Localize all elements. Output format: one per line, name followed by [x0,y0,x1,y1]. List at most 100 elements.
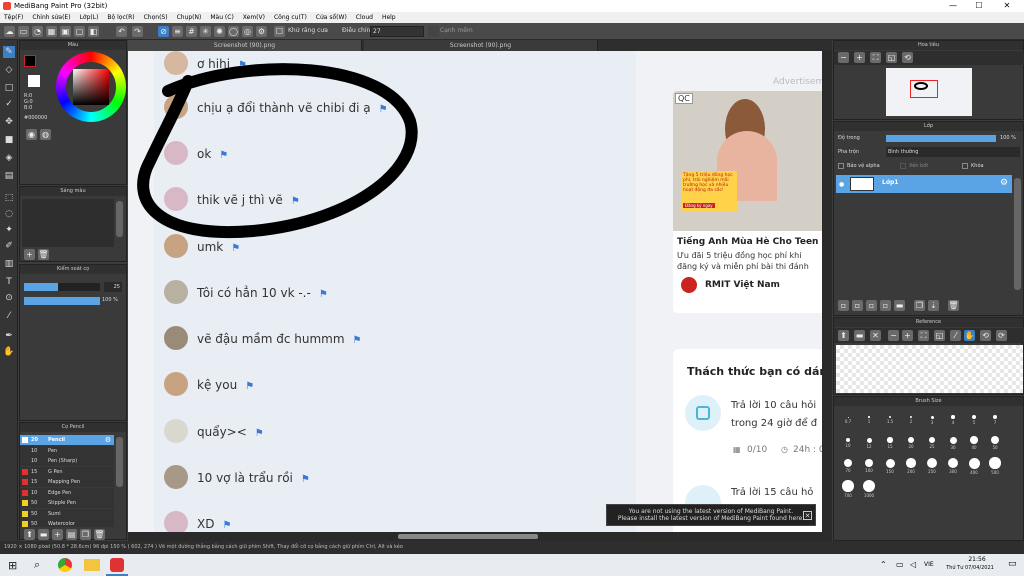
brush-size-option[interactable]: 20 [903,434,919,452]
snap-setting-icon[interactable]: ⚙ [256,26,267,37]
layer-folder-icon[interactable]: ▬ [894,300,905,311]
menu-view[interactable]: Xem(V) [243,12,265,23]
brush-size-value[interactable]: 25 [104,282,122,292]
delete-layer-icon[interactable]: 🗑 [948,300,959,311]
rotate-icon[interactable]: ⟲ [902,52,913,63]
eraser-tool-icon[interactable]: ◇ [3,64,15,76]
soft-edge-checkbox[interactable] [428,26,439,37]
chrome-icon[interactable] [58,558,72,572]
pen-tool-icon[interactable]: ✒ [3,330,15,342]
menu-cloud[interactable]: Cloud [356,12,373,23]
move-tool-icon[interactable]: ✥ [3,116,15,128]
redo-icon[interactable]: ↷ [132,26,143,37]
brush-size-option[interactable]: 10 [840,434,856,452]
file-explorer-icon[interactable] [84,559,100,571]
blend-mode-select[interactable]: Bình thường [886,147,1020,157]
menu-select[interactable]: Chọn(S) [144,12,168,23]
brush-size-option[interactable]: 25 [924,434,940,452]
brush-opacity-slider[interactable] [24,297,100,305]
tab-screenshot-1[interactable]: Screenshot (90).png [128,40,362,51]
layer-row[interactable]: ● Lớp1 ⚙ [836,175,1012,193]
horizontal-scroll-thumb[interactable] [398,534,538,539]
brush-size-option[interactable]: 50 [987,434,1003,452]
new-1bit-layer-icon[interactable]: ▫ [880,300,891,311]
brush-size-option[interactable]: 1 [861,411,877,429]
primary-color-swatch[interactable] [24,55,36,67]
canvas-horizontal-scrollbar[interactable] [128,532,832,541]
brush-size-option[interactable]: 30 [945,434,961,452]
brush-size-option[interactable]: 1.5 [882,411,898,429]
brush-size-option[interactable]: 7 [987,411,1003,429]
color-palette-icon[interactable]: ◍ [40,129,51,140]
magic-wand-icon[interactable]: ✦ [3,224,15,236]
close-button[interactable]: ✕ [994,0,1020,12]
saturation-square[interactable] [73,69,109,105]
menu-filter[interactable]: Bộ lọc(R) [107,12,134,23]
marquee-tool-icon[interactable]: ⬚ [3,192,15,204]
brush-size-option[interactable]: 3 [924,411,940,429]
select-pen-icon[interactable]: ✐ [3,240,15,252]
new-file-icon[interactable]: ▭ [18,26,29,37]
brush-tool-icon[interactable]: ✎ [3,46,15,58]
lock-checkbox[interactable] [962,163,968,169]
fill-rect-icon[interactable]: ■ [3,134,15,146]
brush-list-item[interactable]: 50 Sumi [20,508,114,519]
navigator-preview[interactable] [886,68,972,116]
tab-screenshot-2[interactable]: Screenshot (90).png [364,40,598,51]
new-layer-icon[interactable]: ▫ [838,300,849,311]
new-halftone-layer-icon[interactable]: ▫ [852,300,863,311]
delete-gradient-icon[interactable]: 🗑 [38,249,49,260]
brush-size-option[interactable]: 300 [945,457,961,475]
divide-tool-icon[interactable]: ▥ [3,258,15,270]
ref-zoom-out-icon[interactable]: − [888,330,899,341]
menu-edit[interactable]: Chỉnh sửa(E) [32,12,70,23]
brush-list-item[interactable]: 10 Pen [20,445,114,456]
brush-settings-gear-icon[interactable]: ⚙ [105,435,111,445]
gradient-list[interactable] [22,199,114,247]
snap-vanish-icon[interactable]: ✳ [200,26,211,37]
hue-wheel[interactable] [56,52,126,122]
grid-icon[interactable]: ▦ [46,26,57,37]
brush-size-option[interactable]: 70 [840,457,856,475]
fit-icon[interactable]: ⛶ [870,52,881,63]
menu-help[interactable]: Help [382,12,396,23]
brush-list-item[interactable]: 50 Watercolor [20,519,114,527]
ref-close-icon[interactable]: ✕ [870,330,881,341]
snap-off-icon[interactable]: ⊘ [158,26,169,37]
brush-list-item[interactable]: 50 Stipple Pen [20,498,114,508]
snap-parallel-icon[interactable]: ≡ [172,26,183,37]
select-all-icon[interactable]: ▣ [60,26,71,37]
snap-radial-icon[interactable]: ✺ [214,26,225,37]
brush-list-item[interactable]: 10 Pen (Sharp) [20,456,114,466]
canvas-vertical-scrollbar[interactable] [822,51,832,532]
clock-date[interactable]: Thứ Tư 07/04/2021 [938,565,1002,571]
ref-rotate-right-icon[interactable]: ⟳ [996,330,1007,341]
minimize-button[interactable]: — [940,0,966,12]
brush-size-option[interactable]: 700 [840,480,856,498]
brush-size-slider[interactable] [24,283,100,291]
gradient-tool-icon[interactable]: ▤ [3,170,15,182]
hand-tool-icon[interactable]: ✋ [3,346,15,358]
brush-add-icon[interactable]: + [52,529,63,540]
brush-size-option[interactable]: 200 [903,457,919,475]
zoom-out-icon[interactable]: − [838,52,849,63]
actual-size-icon[interactable]: ◱ [886,52,897,63]
canvas[interactable]: ơ hihi ⚑ chịu ạ đổi thành vẽ chibi đi ạ ⚑ ok… [128,51,822,532]
brush-size-option[interactable]: 12 [861,434,877,452]
duplicate-layer-icon[interactable]: ❐ [914,300,925,311]
deselect-icon[interactable]: ▢ [74,26,85,37]
brush-list-scrollbar[interactable] [116,437,123,487]
antialias-icon[interactable]: ☐ [274,26,285,37]
brush-size-option[interactable]: 150 [882,457,898,475]
ref-upload-icon[interactable]: ⬆ [838,330,849,341]
challenge-question-2[interactable]: Trả lời 15 câu hỏ [731,487,813,498]
challenge-question-1[interactable]: Trả lời 10 câu hỏi trong 24 giờ để đ [731,397,822,433]
brush-folder-icon[interactable]: ▬ [38,529,49,540]
tray-chevron-icon[interactable]: ⌃ [880,560,887,569]
clipping-checkbox[interactable] [900,163,906,169]
new-8bit-layer-icon[interactable]: ▫ [866,300,877,311]
menu-layer[interactable]: Lớp(L) [80,12,99,23]
ref-actual-icon[interactable]: ◱ [934,330,945,341]
shape-tool-icon[interactable]: □ [3,82,15,94]
snap-circle-icon[interactable]: ◯ [228,26,239,37]
